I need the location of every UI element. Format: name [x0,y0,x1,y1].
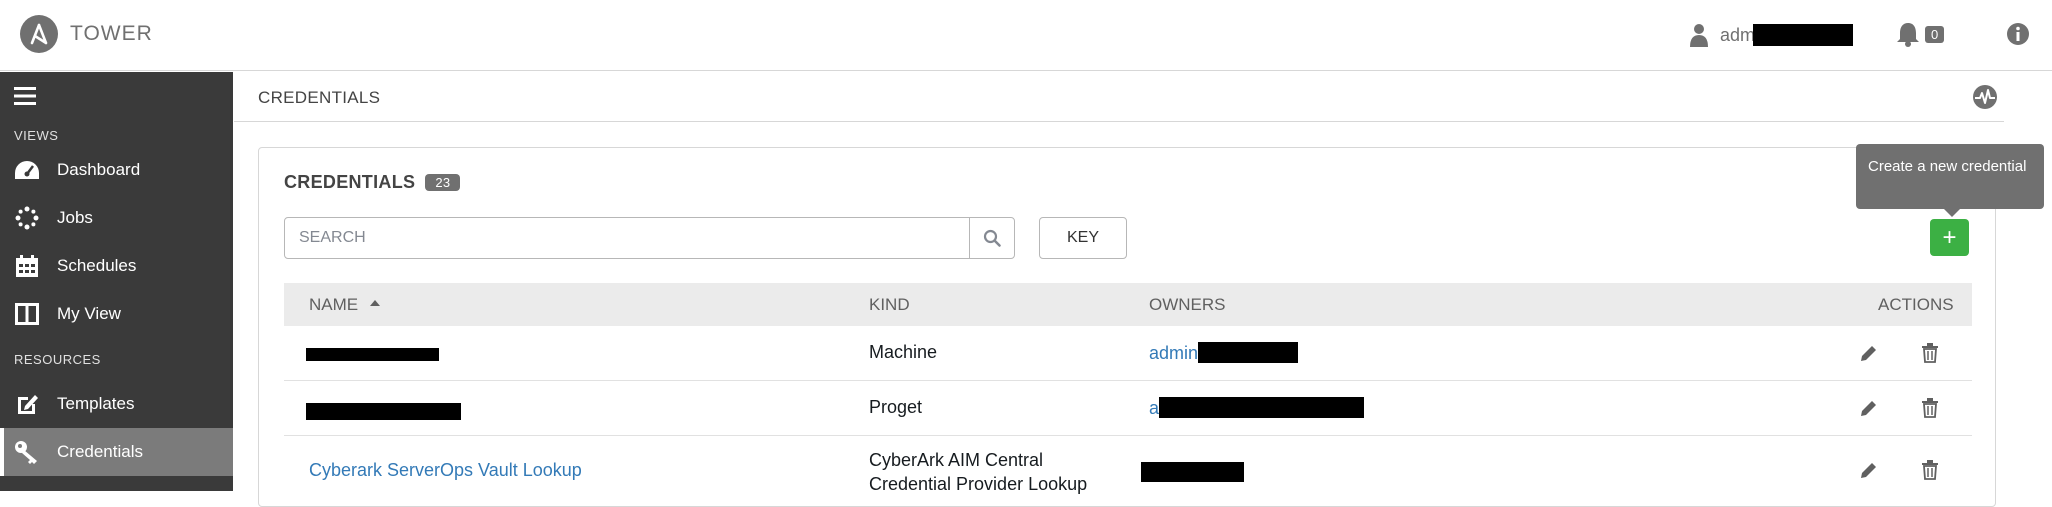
sidebar-item-jobs[interactable]: Jobs [0,194,233,242]
sidebar-item-label: My View [57,304,121,323]
search-box [284,217,1015,259]
credential-name-link[interactable] [306,403,461,425]
add-credential-button[interactable]: + [1930,219,1969,256]
owner-link[interactable] [1141,462,1244,487]
delete-icon[interactable] [1921,460,1939,480]
search-button[interactable] [969,218,1014,258]
column-header-actions: ACTIONS [1878,295,1954,314]
credential-kind: CyberArk AIM Central Credential Provider… [869,450,1088,494]
sidebar-item-schedules[interactable]: Schedules [0,242,233,290]
brand-link[interactable]: TOWER [20,14,153,54]
delete-icon[interactable] [1921,398,1939,418]
user-name: adm [1720,24,1854,46]
sidebar-item-label: Dashboard [57,160,141,179]
calendar-icon [14,253,40,279]
sidebar-item-dashboard[interactable]: Dashboard [0,146,233,194]
search-icon [983,229,1001,247]
sidebar-item-label: Templates [57,394,135,413]
owner-link[interactable]: admin [1149,342,1299,364]
table-row: Machine admin [284,326,1972,381]
column-header-name[interactable]: NAME [309,295,381,315]
sidebar-item-label: Schedules [57,256,137,275]
user-icon [1690,24,1708,47]
sidebar-item-label: Credentials [57,442,143,461]
sidebar-item-label: Jobs [57,208,93,227]
credentials-table: NAME KIND OWNERS ACTIONS Machine admin P… [284,283,1972,506]
owner-link[interactable]: a [1149,397,1365,419]
columns-icon [14,301,40,327]
brand-name: TOWER [70,22,153,45]
credential-kind: Proget [869,397,923,417]
edit-icon[interactable] [1859,343,1879,363]
credential-kind: Machine [869,342,938,362]
sidebar-item-credentials[interactable]: Credentials [0,428,233,476]
credentials-panel: CREDENTIALS 23 KEY + NAME KIND OWNERS AC… [258,147,1996,507]
credential-name-link[interactable] [306,345,439,366]
delete-icon[interactable] [1921,343,1939,363]
edit-icon[interactable] [1859,460,1879,480]
table-row: Proget a [284,381,1972,436]
pencil-square-icon [14,391,40,417]
search-input[interactable] [285,218,969,258]
sidebar-section-views: VIEWS [14,128,59,143]
edit-icon[interactable] [1859,398,1879,418]
panel-title-text: CREDENTIALS [284,172,416,192]
sidebar-section-resources: RESOURCES [14,352,101,367]
key-icon [14,439,40,465]
page-title: CREDENTIALS [258,88,381,107]
page-header: CREDENTIALS [234,72,2052,122]
ansible-logo-icon [20,15,58,53]
column-header-kind: KIND [869,295,910,314]
credentials-count-badge: 23 [425,174,461,191]
bell-icon [1897,23,1919,47]
notification-count-badge: 0 [1925,25,1945,43]
hamburger-menu-icon[interactable] [14,86,36,106]
table-row: Cyberark ServerOps Vault Lookup CyberArk… [284,436,1972,506]
sort-ascending-icon [370,300,381,306]
top-navbar: TOWER adm 0 [0,0,2052,71]
column-header-owners: OWNERS [1149,295,1226,314]
sidebar: VIEWS Dashboard Jobs Schedules My View R… [0,72,233,491]
table-header: NAME KIND OWNERS ACTIONS [284,283,1972,326]
notifications-button[interactable]: 0 [1896,21,1945,47]
credential-name-link[interactable]: Cyberark ServerOps Vault Lookup [309,460,582,481]
sidebar-item-templates[interactable]: Templates [0,380,233,428]
add-credential-tooltip: Create a new credential [1856,144,2044,217]
header-divider [234,121,2004,122]
key-button[interactable]: KEY [1039,217,1127,259]
dashboard-icon [14,157,40,183]
user-menu[interactable]: adm [1690,20,1854,50]
info-icon[interactable] [2006,22,2030,46]
panel-title: CREDENTIALS 23 [284,172,461,193]
spinner-icon [14,205,40,231]
activity-stream-icon[interactable] [1972,84,1998,110]
sidebar-item-my-view[interactable]: My View [0,290,233,338]
